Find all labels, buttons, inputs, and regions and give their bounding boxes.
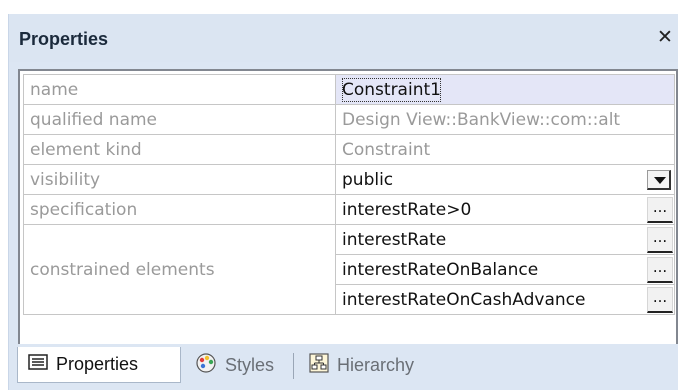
property-label: constrained elements [23,224,336,315]
tab-separator [293,353,294,379]
tab-hierarchy[interactable]: Hierarchy [305,347,414,383]
panel-title: Properties [19,29,109,49]
property-row-specification[interactable]: specification interestRate>0 ... [23,194,675,225]
constrained-element-ellipsis-button[interactable]: ... [647,227,673,253]
property-label: visibility [23,164,336,195]
constrained-element-text: interestRateOnBalance [342,259,539,280]
properties-panel: Properties ✕ name Constraint1 qualified … [8,14,678,390]
list-icon [28,354,48,375]
hierarchy-icon [309,352,329,378]
palette-icon [195,352,217,379]
property-label: name [23,74,336,105]
tab-styles[interactable]: Styles [191,347,274,383]
chevron-down-icon [654,177,666,184]
property-row-visibility[interactable]: visibility public [23,164,675,195]
property-value-visibility[interactable]: public [335,164,675,195]
tab-properties[interactable]: Properties [17,347,181,383]
panel-tab-bar: Properties Styles Hierarchy [9,344,678,390]
specification-value-text: interestRate>0 [342,199,472,220]
constrained-element-text: interestRateOnCashAdvance [342,289,586,310]
property-row-constrained-elements[interactable]: constrained elements interestRate ... [23,224,675,315]
constrained-element-ellipsis-button[interactable]: ... [647,257,673,283]
visibility-dropdown-button[interactable] [647,170,671,190]
tab-label: Hierarchy [337,354,415,375]
property-label: specification [23,194,336,225]
property-row-name[interactable]: name Constraint1 [23,74,675,105]
visibility-value-text: public [342,169,394,190]
property-value-specification[interactable]: interestRate>0 ... [335,194,675,225]
property-grid: name Constraint1 qualified name Design V… [18,69,678,347]
property-label: qualified name [23,104,336,135]
property-value-name[interactable]: Constraint1 [335,74,675,105]
tab-label: Properties [56,354,139,374]
property-label: element kind [23,134,336,165]
panel-titlebar: Properties ✕ [9,14,678,62]
close-icon[interactable]: ✕ [656,26,674,48]
specification-ellipsis-button[interactable]: ... [647,197,673,223]
name-value-text[interactable]: Constraint1 [342,77,441,102]
tab-label: Styles [225,354,275,375]
property-value-element-kind: Constraint [335,134,675,165]
property-value-qualified-name: Design View::BankView::com::alt [335,104,675,135]
constrained-element-3[interactable]: interestRateOnCashAdvance ... [335,284,675,315]
constrained-element-1[interactable]: interestRate ... [335,224,675,255]
constrained-element-ellipsis-button[interactable]: ... [647,287,673,313]
constrained-element-text: interestRate [342,229,447,250]
property-row-element-kind[interactable]: element kind Constraint [23,134,675,165]
property-row-qualified-name[interactable]: qualified name Design View::BankView::co… [23,104,675,135]
constrained-element-2[interactable]: interestRateOnBalance ... [335,254,675,285]
